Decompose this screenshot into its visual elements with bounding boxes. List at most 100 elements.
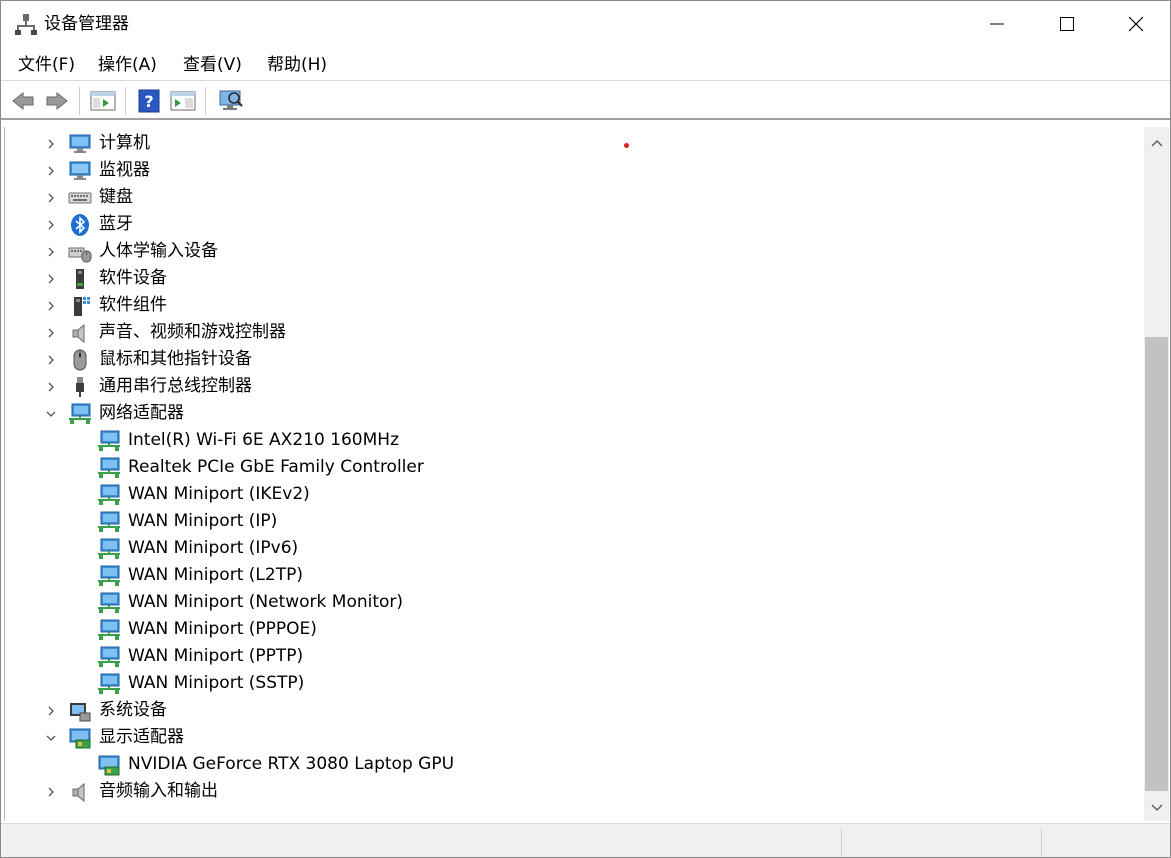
maximize-button[interactable] (1032, 1, 1102, 47)
tree-device-label: NVIDIA GeForce RTX 3080 Laptop GPU (128, 754, 455, 774)
tree-device-wan-miniport-ipv6[interactable]: WAN Miniport (IPv6) (5, 535, 1135, 562)
tree-device-wan-miniport-l2tp[interactable]: WAN Miniport (L2TP) (5, 562, 1135, 589)
monitor-icon (69, 161, 91, 180)
tree-category-computer[interactable]: 计算机 (5, 130, 1135, 157)
toolbar-separator (125, 87, 126, 115)
forward-button[interactable] (43, 88, 71, 114)
chevron-right-icon[interactable] (44, 380, 58, 394)
network-icon (98, 619, 120, 640)
tree-device-realtek-pcie-gbe-family-controller[interactable]: Realtek PCIe GbE Family Controller (5, 454, 1135, 481)
tree-category-label: 计算机 (99, 133, 150, 153)
close-button[interactable] (1101, 1, 1171, 47)
tree-device-label: Intel(R) Wi-Fi 6E AX210 160MHz (128, 430, 399, 450)
tree-category-keyboard[interactable]: 键盘 (5, 184, 1135, 211)
tree-device-nvidia-geforce-rtx-3080-laptop-gpu[interactable]: NVIDIA GeForce RTX 3080 Laptop GPU (5, 751, 1135, 778)
network-icon (98, 646, 120, 667)
network-icon (98, 457, 120, 478)
tree-category-system-device[interactable]: 系统设备 (5, 697, 1135, 724)
speaker-icon (72, 782, 85, 803)
tree-category-software-component[interactable]: 软件组件 (5, 292, 1135, 319)
title-bar[interactable]: 设备管理器 (1, 1, 1170, 47)
close-icon (1128, 16, 1144, 32)
update-driver-button[interactable] (169, 88, 197, 114)
status-panel (1041, 828, 1169, 856)
tree-category-label: 系统设备 (99, 700, 167, 720)
scroll-thumb[interactable] (1145, 337, 1168, 791)
chevron-right-icon[interactable] (44, 704, 58, 718)
tree-device-wan-miniport-sstp[interactable]: WAN Miniport (SSTP) (5, 670, 1135, 697)
properties-icon (90, 91, 116, 111)
tree-category-label: 软件组件 (99, 295, 167, 315)
mouse-icon (73, 349, 87, 371)
tree-device-wan-miniport-ip[interactable]: WAN Miniport (IP) (5, 508, 1135, 535)
keyboard-icon (68, 192, 92, 204)
tree-category-speaker[interactable]: 音频输入和输出 (5, 778, 1135, 805)
menu-file[interactable]: 文件(F) (18, 54, 75, 76)
tree-device-label: WAN Miniport (SSTP) (128, 673, 305, 693)
usb-icon (76, 377, 84, 397)
menu-help[interactable]: 帮助(H) (267, 54, 327, 76)
help-button[interactable]: ? (135, 88, 163, 114)
chevron-right-icon[interactable] (44, 785, 58, 799)
tree-device-wan-miniport-network-monitor[interactable]: WAN Miniport (Network Monitor) (5, 589, 1135, 616)
tree-category-mouse[interactable]: 鼠标和其他指针设备 (5, 346, 1135, 373)
scan-hardware-button[interactable] (217, 88, 245, 114)
tree-category-bluetooth[interactable]: 蓝牙 (5, 211, 1135, 238)
tree-device-wan-miniport-ikev2[interactable]: WAN Miniport (IKEv2) (5, 481, 1135, 508)
tree-device-label: WAN Miniport (IP) (128, 511, 278, 531)
display-icon (98, 755, 120, 776)
red-dot-marker (624, 143, 629, 148)
back-button[interactable] (9, 88, 37, 114)
computer-icon (69, 134, 91, 153)
tree-device-label: WAN Miniport (PPTP) (128, 646, 304, 666)
update-driver-icon (170, 91, 196, 111)
scroll-down-button[interactable] (1144, 795, 1169, 821)
chevron-down-icon (1150, 804, 1163, 812)
toolbar-separator (205, 87, 206, 115)
status-bar (1, 823, 1170, 857)
tree-category-software-device[interactable]: 软件设备 (5, 265, 1135, 292)
tree-category-label: 显示适配器 (99, 727, 184, 747)
tree-category-display-adapter[interactable]: 显示适配器 (5, 724, 1135, 751)
tree-category-network-adapter[interactable]: 网络适配器 (5, 400, 1135, 427)
chevron-right-icon[interactable] (44, 299, 58, 313)
tree-category-label: 监视器 (99, 160, 150, 180)
chevron-down-icon[interactable] (44, 407, 58, 421)
device-tree[interactable]: 计算机监视器键盘蓝牙人体学输入设备软件设备软件组件声音、视频和游戏控制器鼠标和其… (4, 127, 1144, 821)
chevron-right-icon[interactable] (44, 218, 58, 232)
tree-device-wan-miniport-pptp[interactable]: WAN Miniport (PPTP) (5, 643, 1135, 670)
tree-category-label: 声音、视频和游戏控制器 (99, 322, 286, 342)
menu-action[interactable]: 操作(A) (98, 54, 157, 76)
chevron-right-icon[interactable] (44, 272, 58, 286)
tree-category-speaker[interactable]: 声音、视频和游戏控制器 (5, 319, 1135, 346)
menu-view[interactable]: 查看(V) (183, 54, 242, 76)
chevron-down-icon[interactable] (44, 731, 58, 745)
scan-hardware-icon (219, 90, 243, 110)
minimize-button[interactable] (962, 1, 1032, 47)
chevron-right-icon[interactable] (44, 353, 58, 367)
scroll-up-button[interactable] (1144, 130, 1169, 156)
software-component-icon (74, 297, 90, 316)
tree-device-label: Realtek PCIe GbE Family Controller (128, 457, 424, 477)
tree-category-label: 人体学输入设备 (99, 241, 218, 261)
status-panel (841, 828, 1041, 856)
tree-device-intel-r-wi-fi-6e-ax210-160mhz[interactable]: Intel(R) Wi-Fi 6E AX210 160MHz (5, 427, 1135, 454)
chevron-right-icon[interactable] (44, 164, 58, 178)
maximize-icon (1060, 17, 1074, 31)
network-icon (98, 673, 120, 694)
tree-category-usb[interactable]: 通用串行总线控制器 (5, 373, 1135, 400)
vertical-scrollbar[interactable] (1144, 127, 1169, 821)
tree-device-label: WAN Miniport (L2TP) (128, 565, 303, 585)
chevron-right-icon[interactable] (44, 326, 58, 340)
properties-button[interactable] (89, 88, 117, 114)
chevron-right-icon[interactable] (44, 245, 58, 259)
chevron-right-icon[interactable] (44, 137, 58, 151)
tree-device-wan-miniport-pppoe[interactable]: WAN Miniport (PPPOE) (5, 616, 1135, 643)
tree-category-hid[interactable]: 人体学输入设备 (5, 238, 1135, 265)
network-icon (98, 484, 120, 505)
network-adapter-icon (69, 403, 91, 424)
tree-category-monitor[interactable]: 监视器 (5, 157, 1135, 184)
tree-category-label: 蓝牙 (99, 214, 133, 234)
tree-device-label: WAN Miniport (IKEv2) (128, 484, 310, 504)
chevron-right-icon[interactable] (44, 191, 58, 205)
